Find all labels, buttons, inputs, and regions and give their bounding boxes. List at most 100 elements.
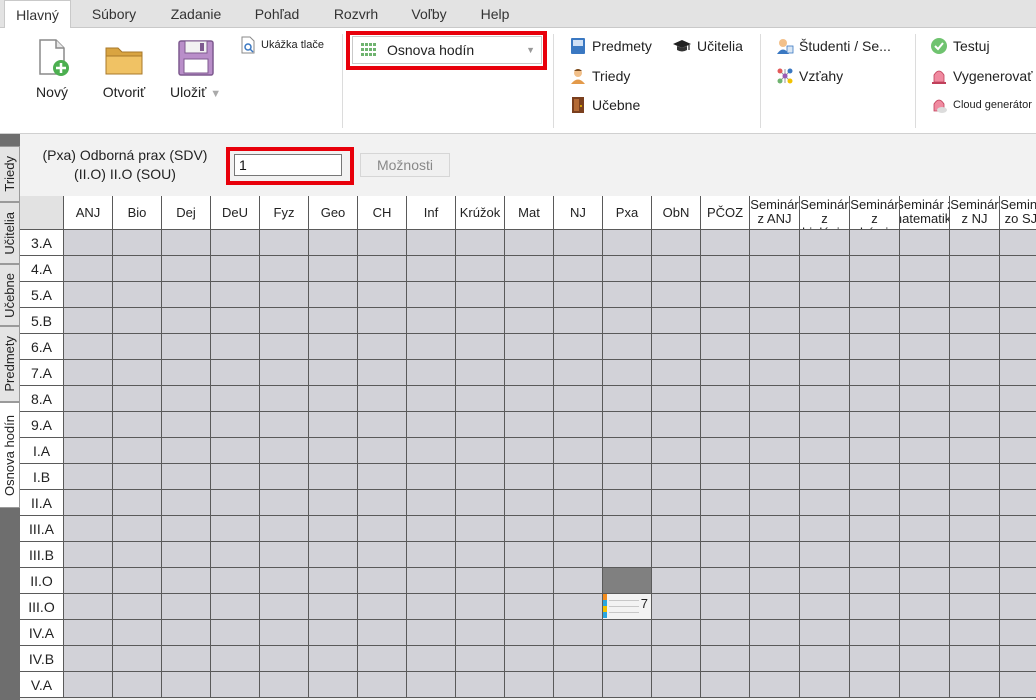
grid-cell[interactable] <box>1000 230 1036 256</box>
grid-cell[interactable] <box>950 490 1000 516</box>
grid-cell[interactable] <box>800 490 850 516</box>
grid-cell[interactable] <box>652 516 701 542</box>
grid-cell[interactable] <box>1000 412 1036 438</box>
grid-cell[interactable] <box>603 516 652 542</box>
grid-cell[interactable] <box>900 620 950 646</box>
row-header[interactable]: III.O <box>20 594 64 620</box>
grid-cell[interactable] <box>113 646 162 672</box>
grid-cell[interactable] <box>162 542 211 568</box>
grid-cell[interactable] <box>309 594 358 620</box>
column-header[interactable]: Seminár zo SJL <box>1000 196 1036 230</box>
grid-cell[interactable] <box>950 464 1000 490</box>
grid-cell[interactable] <box>162 230 211 256</box>
grid-cell[interactable] <box>701 620 750 646</box>
grid-cell[interactable] <box>850 360 900 386</box>
grid-cell[interactable] <box>950 386 1000 412</box>
grid-cell[interactable] <box>162 308 211 334</box>
grid-cell[interactable] <box>701 308 750 334</box>
grid-cell[interactable] <box>603 542 652 568</box>
column-header[interactable]: Seminár z matematiky <box>900 196 950 230</box>
grid-cell[interactable] <box>211 672 260 698</box>
grid-cell[interactable] <box>750 542 800 568</box>
grid-cell[interactable] <box>260 230 309 256</box>
grid-cell[interactable] <box>652 542 701 568</box>
grid-cell[interactable] <box>211 256 260 282</box>
grid-cell[interactable] <box>64 672 113 698</box>
grid-cell[interactable] <box>652 386 701 412</box>
grid-cell[interactable] <box>652 594 701 620</box>
grid-cell[interactable] <box>456 256 505 282</box>
grid-cell[interactable] <box>701 516 750 542</box>
row-header[interactable]: 3.A <box>20 230 64 256</box>
grid-cell[interactable] <box>260 282 309 308</box>
grid-cell[interactable] <box>950 360 1000 386</box>
grid-cell[interactable] <box>456 412 505 438</box>
grid-cell[interactable] <box>358 360 407 386</box>
grid-cell[interactable] <box>309 672 358 698</box>
grid-cell[interactable] <box>800 334 850 360</box>
grid-cell[interactable] <box>505 594 554 620</box>
row-header[interactable]: I.A <box>20 438 64 464</box>
grid-cell[interactable] <box>456 620 505 646</box>
grid-cell[interactable] <box>113 620 162 646</box>
grid-cell[interactable] <box>162 438 211 464</box>
grid-cell[interactable] <box>113 230 162 256</box>
grid-cell[interactable] <box>950 568 1000 594</box>
grid-cell[interactable] <box>950 594 1000 620</box>
grid-cell[interactable] <box>900 464 950 490</box>
grid-cell[interactable] <box>260 620 309 646</box>
grid-cell[interactable] <box>800 542 850 568</box>
grid-cell[interactable] <box>64 256 113 282</box>
row-header[interactable]: III.A <box>20 516 64 542</box>
grid-cell[interactable] <box>1000 490 1036 516</box>
grid-cell[interactable] <box>113 516 162 542</box>
column-header[interactable]: Krúžok <box>456 196 505 230</box>
grid-cell[interactable] <box>358 282 407 308</box>
grid-cell[interactable] <box>211 646 260 672</box>
grid-cell[interactable] <box>456 282 505 308</box>
grid-cell[interactable] <box>701 256 750 282</box>
grid-cell[interactable] <box>900 282 950 308</box>
grid-cell[interactable] <box>850 308 900 334</box>
grid-cell[interactable] <box>309 282 358 308</box>
grid-cell[interactable] <box>456 308 505 334</box>
grid-cell[interactable] <box>850 490 900 516</box>
grid-cell[interactable] <box>309 438 358 464</box>
teachers-button[interactable]: Učitelia <box>672 35 743 57</box>
grid-cell[interactable] <box>211 308 260 334</box>
grid-cell[interactable] <box>260 438 309 464</box>
grid-cell[interactable] <box>64 594 113 620</box>
grid-cell[interactable] <box>800 646 850 672</box>
grid-cell[interactable] <box>850 412 900 438</box>
grid-cell[interactable] <box>505 412 554 438</box>
grid-cell[interactable] <box>456 360 505 386</box>
grid-cell[interactable] <box>603 412 652 438</box>
grid-cell[interactable] <box>652 568 701 594</box>
grid-cell[interactable] <box>554 360 603 386</box>
grid-cell[interactable] <box>950 516 1000 542</box>
new-button[interactable]: Nový <box>28 38 76 100</box>
grid-cell[interactable] <box>850 256 900 282</box>
menu-zadanie[interactable]: Zadanie <box>158 0 234 28</box>
row-header[interactable]: 4.A <box>20 256 64 282</box>
grid-cell[interactable] <box>407 646 456 672</box>
grid-cell[interactable] <box>113 282 162 308</box>
grid-cell[interactable] <box>900 646 950 672</box>
grid-cell[interactable] <box>603 308 652 334</box>
grid-cell[interactable] <box>64 230 113 256</box>
generate-button[interactable]: Vygenerovať <box>930 65 1032 87</box>
grid-cell[interactable] <box>64 646 113 672</box>
column-header[interactable]: Seminár z NJ <box>950 196 1000 230</box>
grid-cell[interactable] <box>800 516 850 542</box>
grid-cell[interactable] <box>113 386 162 412</box>
grid-cell[interactable] <box>800 230 850 256</box>
options-button[interactable]: Možnosti <box>360 153 450 177</box>
grid-cell[interactable] <box>950 308 1000 334</box>
grid-cell[interactable] <box>900 516 950 542</box>
column-header[interactable]: Seminár z chémie <box>850 196 900 230</box>
grid-cell[interactable] <box>456 386 505 412</box>
grid-cell[interactable] <box>554 542 603 568</box>
grid-cell[interactable] <box>850 646 900 672</box>
grid-cell[interactable] <box>554 516 603 542</box>
grid-cell[interactable] <box>1000 646 1036 672</box>
